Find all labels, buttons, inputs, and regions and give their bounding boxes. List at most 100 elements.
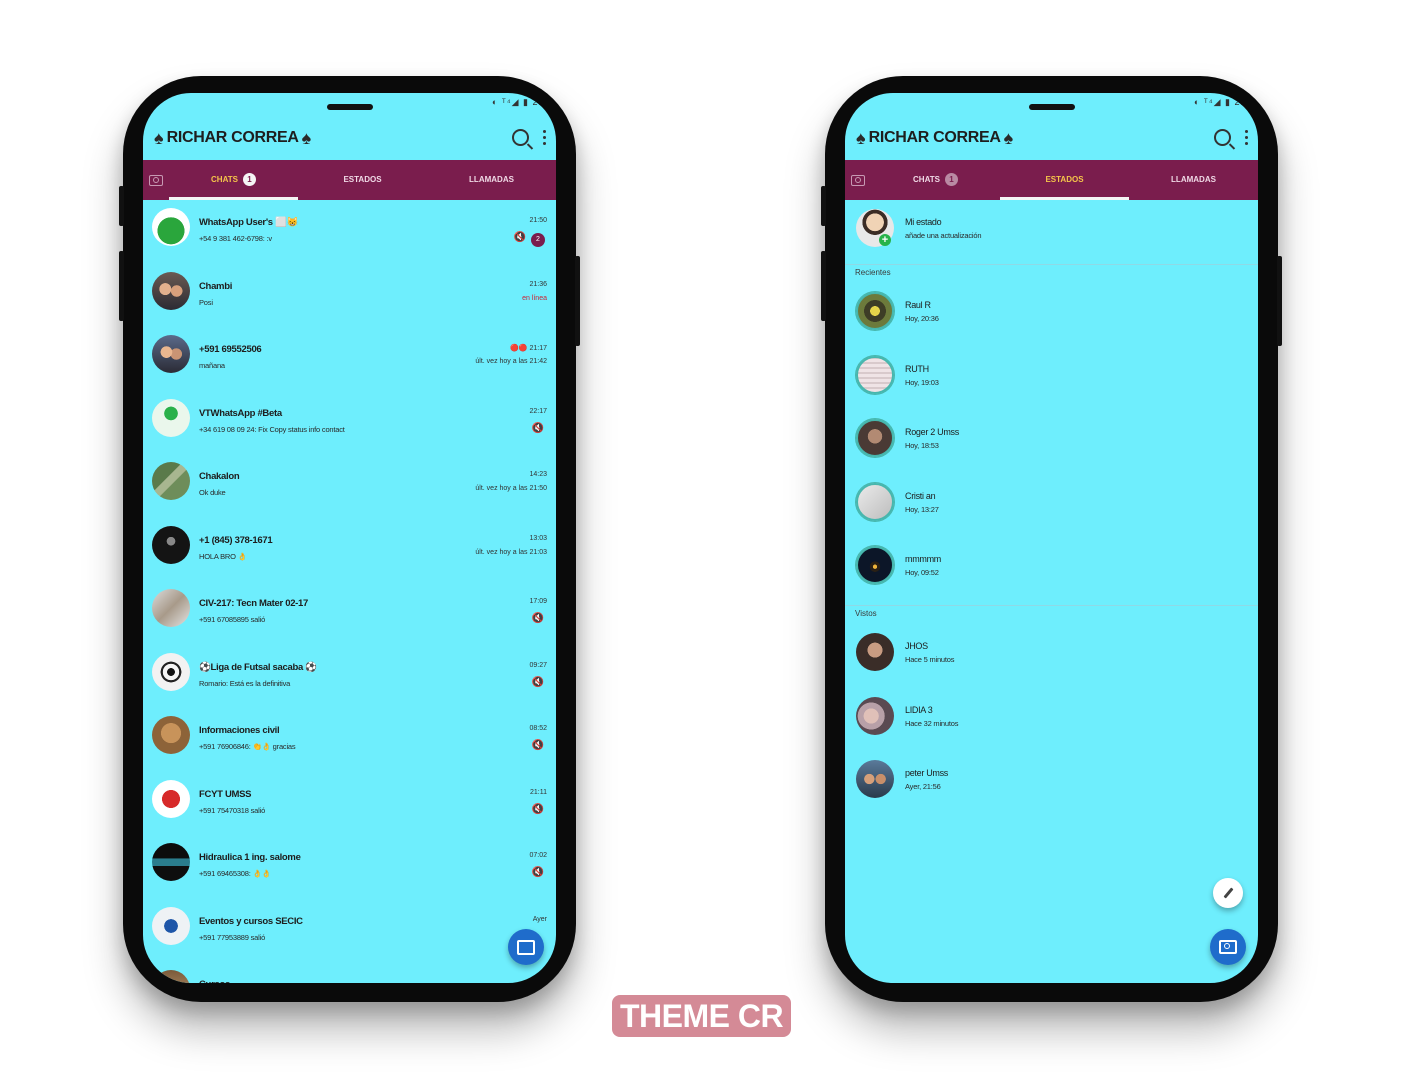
chat-presence: últ. vez hoy a las 21:03	[475, 548, 547, 556]
chat-time: 21:11	[530, 788, 547, 796]
camera-status-button[interactable]	[1210, 929, 1246, 965]
status-row[interactable]: JHOS Hace 5 minutos	[845, 624, 1258, 688]
add-status-icon: +	[879, 234, 891, 246]
chat-row[interactable]: WhatsApp User's ⬜😸 +54 9 381 462-6798: :v…	[143, 200, 556, 264]
tab-chats[interactable]: CHATS 1	[871, 160, 1000, 200]
tab-estados[interactable]: ESTADOS	[298, 160, 427, 200]
chat-row[interactable]: ⚽Liga de Futsal sacaba ⚽ Romario: Está es…	[143, 645, 556, 709]
status-time: Hace 5 minutos	[905, 654, 955, 664]
chat-presence: últ. vez hoy a las 21:50	[475, 485, 547, 492]
chat-name: FCYT UMSS	[199, 788, 252, 800]
new-chat-button[interactable]	[508, 929, 544, 965]
avatar[interactable]	[856, 546, 894, 585]
avatar[interactable]	[152, 208, 190, 246]
speaker-notch	[327, 104, 373, 110]
chat-row[interactable]: Informaciones civil +591 76906846: 👏👌 gra…	[143, 708, 556, 772]
status-row[interactable]: peter Umss Ayer, 21:56	[845, 751, 1258, 815]
avatar[interactable]	[152, 462, 190, 500]
chat-row[interactable]: Eventos y cursos SECIC +591 77953889 sali…	[143, 899, 556, 963]
chat-presence: últ. vez hoy a las 21:42	[475, 358, 547, 365]
avatar[interactable]	[152, 970, 190, 983]
chat-row[interactable]: Hidraulica 1 ing. salome +591 69465308: 👌…	[143, 835, 556, 899]
chat-row[interactable]: FCYT UMSS +591 75470318 salió 21:11 🔇	[143, 772, 556, 836]
chat-name: VTWhatsApp #Beta	[199, 407, 282, 419]
chat-time: 21:50	[529, 217, 547, 224]
my-status-row[interactable]: + Mi estado añade una actualización	[845, 200, 1258, 265]
avatar[interactable]	[152, 589, 190, 627]
text-status-button[interactable]	[1213, 878, 1243, 908]
chat-row[interactable]: Cursos	[143, 962, 556, 983]
app-title: RICHAR CORREA	[166, 128, 299, 146]
avatar[interactable]	[152, 525, 190, 564]
tab-llamadas[interactable]: LLAMADAS	[1129, 160, 1258, 200]
phone-left: ◐ ᵀ⁴◢ ▮ 21: ♠ RICHAR CORREA ♠ CHATS 1 EST…	[119, 76, 580, 1002]
muted-icon: 🔇	[531, 803, 544, 815]
status-time: Hoy, 13:27	[905, 504, 939, 514]
status-name: Cristi an	[905, 490, 936, 501]
chat-list: WhatsApp User's ⬜😸 +54 9 381 462-6798: :v…	[143, 200, 556, 983]
chat-last-message: +591 69465308: 👌👌	[199, 869, 271, 878]
avatar[interactable]	[856, 696, 894, 735]
chat-time: 07:02	[529, 852, 547, 859]
status-row[interactable]: Raul R Hoy, 20:36	[845, 283, 1258, 347]
avatar[interactable]	[856, 482, 894, 521]
avatar[interactable]	[152, 398, 190, 437]
search-icon[interactable]	[1214, 129, 1231, 146]
avatar[interactable]	[856, 760, 894, 799]
power-button	[575, 256, 580, 346]
recent-status-list: Raul R Hoy, 20:36 RUTH Hoy, 19:03 Roger 2 Um…	[845, 283, 1258, 601]
unread-count-badge: 1	[944, 173, 958, 187]
avatar[interactable]	[152, 843, 190, 881]
status-row[interactable]: Cristi an Hoy, 13:27	[845, 474, 1258, 538]
volume-button	[821, 251, 826, 321]
status-time: Hoy, 09:52	[905, 568, 939, 578]
chat-row[interactable]: CIV-217: Tecn Mater 02-17 +591 67085895 s…	[143, 581, 556, 645]
chat-row[interactable]: Chakalon Ok duke 14:23 últ. vez hoy a las 2…	[143, 454, 556, 518]
tab-camera[interactable]	[845, 174, 871, 186]
camera-icon	[149, 174, 163, 186]
chat-name: WhatsApp User's ⬜😸	[199, 217, 299, 228]
avatar[interactable]	[856, 355, 894, 394]
avatar[interactable]	[152, 652, 190, 691]
search-icon[interactable]	[512, 129, 529, 146]
message-icon	[517, 939, 535, 955]
more-options-icon[interactable]	[1245, 130, 1248, 145]
status-bar: ◐ ᵀ⁴◢ ▮ 21:	[1193, 97, 1250, 107]
chat-time: 22:17	[529, 407, 547, 415]
chat-row[interactable]: VTWhatsApp #Beta +34 619 08 09 24: Fix Co…	[143, 391, 556, 455]
chat-row[interactable]: +591 69552506 mañana 🔴🔴 21:17 últ. vez hoy …	[143, 327, 556, 391]
unread-badge: 2	[531, 233, 545, 247]
more-options-icon[interactable]	[543, 130, 546, 145]
avatar[interactable]	[152, 716, 190, 754]
chat-name: Chakalon	[199, 471, 240, 482]
avatar[interactable]	[152, 906, 190, 945]
tab-llamadas[interactable]: LLAMADAS	[427, 160, 556, 200]
chat-row[interactable]: Chambi Posi 21:36 en línea	[143, 264, 556, 328]
tab-chats[interactable]: CHATS 1	[169, 160, 298, 200]
status-row[interactable]: Roger 2 Umss Hoy, 18:53	[845, 410, 1258, 474]
avatar[interactable]	[152, 271, 190, 310]
avatar[interactable]	[856, 419, 894, 458]
chat-last-message: +591 67085895 salió	[199, 615, 266, 624]
chat-last-message: +591 75470318 salió	[199, 805, 266, 815]
section-seen-label: Vistos	[855, 608, 877, 618]
chat-time: 17:09	[529, 598, 547, 605]
volume-button	[119, 251, 124, 321]
chat-last-message: +34 619 08 09 24: Fix Copy status info c…	[199, 424, 345, 434]
spade-icon: ♠	[1003, 127, 1014, 148]
speaker-notch	[1029, 104, 1075, 110]
chat-row[interactable]: +1 (845) 378-1671 HOLA BRO 👌 13:03 últ. vez…	[143, 518, 556, 582]
status-name: LIDIA 3	[905, 704, 933, 715]
chat-name: +1 (845) 378-1671	[199, 534, 273, 546]
status-row[interactable]: mmmmm Hoy, 09:52	[845, 537, 1258, 601]
status-row[interactable]: LIDIA 3 Hace 32 minutos	[845, 688, 1258, 752]
avatar[interactable]	[152, 335, 190, 373]
avatar[interactable]	[856, 292, 894, 330]
spade-icon: ♠	[856, 127, 866, 148]
avatar[interactable]	[856, 632, 894, 671]
tab-camera[interactable]	[143, 174, 169, 186]
muted-icon: 🔇	[513, 232, 526, 243]
tab-estados[interactable]: ESTADOS	[1000, 160, 1129, 200]
avatar[interactable]	[152, 779, 190, 818]
status-row[interactable]: RUTH Hoy, 19:03	[845, 347, 1258, 411]
